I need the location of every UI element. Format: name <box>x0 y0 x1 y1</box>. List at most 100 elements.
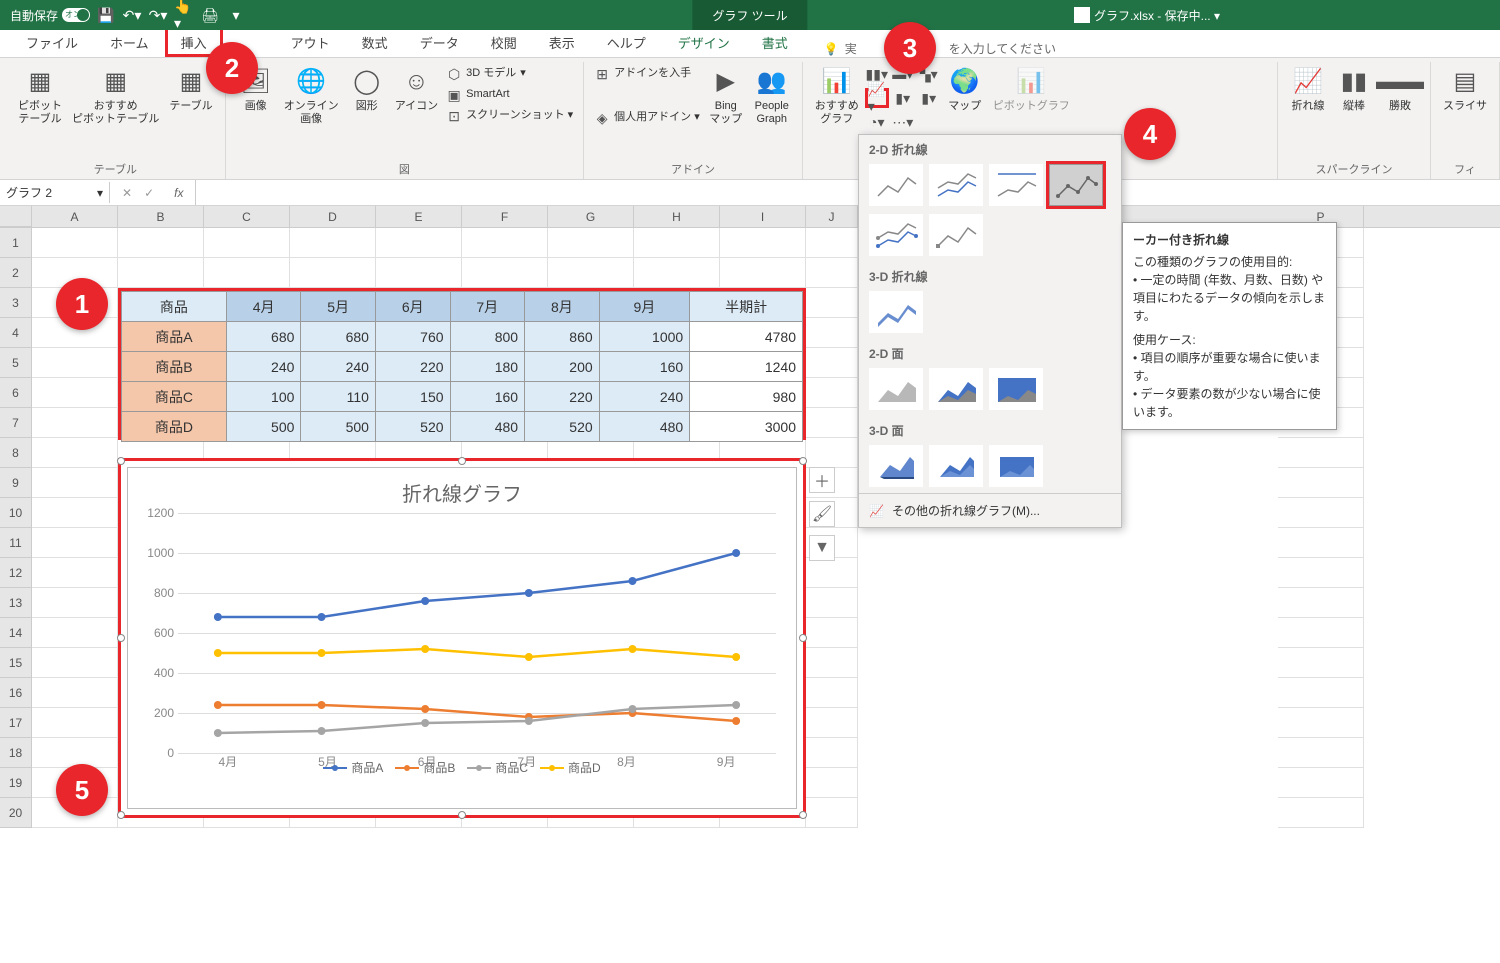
data-cell[interactable]: 160 <box>450 382 525 412</box>
col-header-I[interactable]: I <box>720 206 806 227</box>
online-pictures-button[interactable]: 🌐オンライン画像 <box>280 64 343 128</box>
100stacked-markers-option[interactable] <box>929 214 983 256</box>
100stacked-line-option[interactable] <box>989 164 1043 206</box>
shapes-button[interactable]: ◯図形 <box>345 64 389 128</box>
pivot-table-button[interactable]: ▦ピボットテーブル <box>14 64 66 128</box>
data-cell[interactable]: 520 <box>375 412 450 442</box>
scatter-chart-icon[interactable]: ⋯▾ <box>891 112 915 132</box>
data-cell[interactable]: 860 <box>525 322 600 352</box>
data-cell[interactable]: 500 <box>301 412 376 442</box>
row-header-10[interactable]: 10 <box>0 498 32 528</box>
row-header-13[interactable]: 13 <box>0 588 32 618</box>
data-cell[interactable]: 220 <box>375 352 450 382</box>
chart-filters-button[interactable]: ▼ <box>809 535 835 561</box>
more-line-charts[interactable]: 📈その他の折れ線グラフ(M)... <box>859 493 1121 527</box>
map-button[interactable]: 🌍マップ <box>943 64 987 132</box>
resize-handle[interactable] <box>458 457 466 465</box>
resize-handle[interactable] <box>799 811 807 819</box>
chart-object[interactable]: 折れ線グラフ 020040060080010001200 4月5月6月7月8月9… <box>118 458 806 818</box>
stacked-area-option[interactable] <box>929 368 983 410</box>
tab-view[interactable]: 表示 <box>533 27 591 57</box>
tab-data[interactable]: データ <box>404 27 475 57</box>
tab-formulas[interactable]: 数式 <box>346 27 404 57</box>
col-header-F[interactable]: F <box>462 206 548 227</box>
cancel-icon[interactable]: ✕ <box>122 186 132 200</box>
row-header-7[interactable]: 7 <box>0 408 32 438</box>
row-header-18[interactable]: 18 <box>0 738 32 768</box>
data-cell[interactable]: 100 <box>226 382 301 412</box>
recommended-charts-button[interactable]: 📊おすすめグラフ <box>811 64 863 132</box>
data-cell[interactable]: 480 <box>450 412 525 442</box>
combo-chart-icon[interactable]: ▮▾ <box>917 88 941 108</box>
recommended-pivot-button[interactable]: ▦おすすめピボットテーブル <box>68 64 163 128</box>
print-icon[interactable]: 🖨 <box>200 5 220 25</box>
data-cell[interactable]: 980 <box>690 382 803 412</box>
3d-area-option[interactable] <box>869 445 923 487</box>
people-graph-button[interactable]: 👥PeopleGraph <box>750 64 794 128</box>
filename[interactable]: グラフ.xlsx - 保存中... ▾ <box>1074 7 1220 24</box>
tab-file[interactable]: ファイル <box>10 27 94 57</box>
statistic-chart-icon[interactable]: ▮▾ <box>891 88 915 108</box>
get-addins-button[interactable]: ⊞アドインを入手 <box>592 64 702 84</box>
data-cell[interactable]: 3000 <box>690 412 803 442</box>
row-header-4[interactable]: 4 <box>0 318 32 348</box>
line-markers-option[interactable] <box>1049 164 1103 206</box>
resize-handle[interactable] <box>799 457 807 465</box>
row-header-2[interactable]: 2 <box>0 258 32 288</box>
chart-styles-button[interactable]: 🖌 <box>809 501 835 527</box>
data-cell[interactable]: 150 <box>375 382 450 412</box>
data-cell[interactable]: 1000 <box>599 322 690 352</box>
icons-button[interactable]: ☺アイコン <box>391 64 442 128</box>
tab-format[interactable]: 書式 <box>746 27 804 57</box>
3d-stacked-area-option[interactable] <box>929 445 983 487</box>
data-cell[interactable]: 500 <box>226 412 301 442</box>
3d-100stacked-area-option[interactable] <box>989 445 1043 487</box>
undo-icon[interactable]: ↶▾ <box>122 5 142 25</box>
data-cell[interactable]: 480 <box>599 412 690 442</box>
row-header-5[interactable]: 5 <box>0 348 32 378</box>
formula-input[interactable] <box>195 180 1500 205</box>
chart-title[interactable]: 折れ線グラフ <box>128 468 796 513</box>
autosave-toggle[interactable]: 自動保存 オン <box>10 7 90 24</box>
resize-handle[interactable] <box>799 634 807 642</box>
col-header-G[interactable]: G <box>548 206 634 227</box>
row-label[interactable]: 商品D <box>122 412 227 442</box>
tab-help[interactable]: ヘルプ <box>591 27 662 57</box>
my-addins-button[interactable]: ◈個人用アドイン ▾ <box>592 108 702 128</box>
row-label[interactable]: 商品C <box>122 382 227 412</box>
data-cell[interactable]: 160 <box>599 352 690 382</box>
data-cell[interactable]: 110 <box>301 382 376 412</box>
redo-icon[interactable]: ↷▾ <box>148 5 168 25</box>
data-cell[interactable]: 180 <box>450 352 525 382</box>
line-chart-button[interactable]: 📈▾ <box>865 88 889 108</box>
resize-handle[interactable] <box>117 634 125 642</box>
sparkline-line-button[interactable]: 📈折れ線 <box>1286 64 1330 115</box>
data-cell[interactable]: 4780 <box>690 322 803 352</box>
data-cell[interactable]: 520 <box>525 412 600 442</box>
row-header-16[interactable]: 16 <box>0 678 32 708</box>
3d-line-option[interactable] <box>869 291 923 333</box>
col-header-A[interactable]: A <box>32 206 118 227</box>
row-header-9[interactable]: 9 <box>0 468 32 498</box>
row-header-1[interactable]: 1 <box>0 228 32 258</box>
pie-chart-icon[interactable]: ◔▾ <box>865 112 889 132</box>
tab-review[interactable]: 校閲 <box>475 27 533 57</box>
data-cell[interactable]: 240 <box>301 352 376 382</box>
data-cell[interactable]: 200 <box>525 352 600 382</box>
tell-me-search[interactable]: 💡 実 を入力してください <box>824 40 1056 57</box>
stacked-line-markers-option[interactable] <box>869 214 923 256</box>
touch-icon[interactable]: 👆▾ <box>174 5 194 25</box>
resize-handle[interactable] <box>117 457 125 465</box>
chart-elements-button[interactable]: ＋ <box>809 467 835 493</box>
3dmodel-button[interactable]: ⬡3D モデル▾ <box>444 64 575 84</box>
100stacked-area-option[interactable] <box>989 368 1043 410</box>
qat-more-icon[interactable]: ▾ <box>226 5 246 25</box>
data-cell[interactable]: 220 <box>525 382 600 412</box>
data-table-selection[interactable]: 商品4月5月6月7月8月9月半期計商品A68068076080086010004… <box>118 288 806 440</box>
col-header-E[interactable]: E <box>376 206 462 227</box>
row-header-8[interactable]: 8 <box>0 438 32 468</box>
resize-handle[interactable] <box>458 811 466 819</box>
sparkline-winloss-button[interactable]: ▬▬勝敗 <box>1378 64 1422 115</box>
resize-handle[interactable] <box>117 811 125 819</box>
enter-icon[interactable]: ✓ <box>144 186 154 200</box>
